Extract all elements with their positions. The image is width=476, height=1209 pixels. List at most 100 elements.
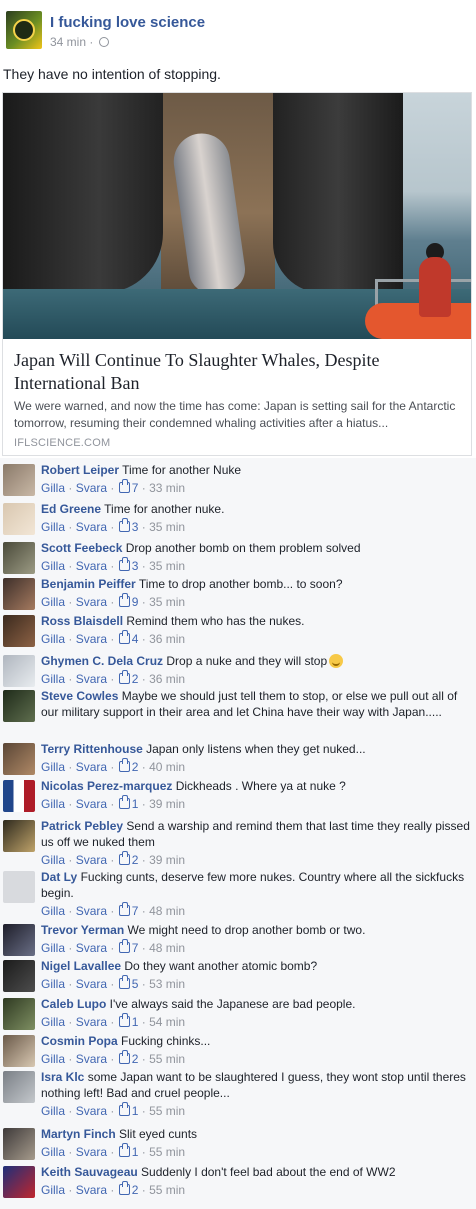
avatar[interactable] (3, 578, 35, 610)
comment-author-link[interactable]: Steve Cowles (41, 689, 118, 703)
thumbs-up-icon[interactable] (118, 1143, 130, 1157)
comment-time[interactable]: 55 min (149, 1052, 185, 1066)
avatar[interactable] (3, 1166, 35, 1198)
page-avatar[interactable] (6, 11, 42, 49)
comment-author-link[interactable]: Dat Ly (41, 870, 77, 884)
like-button[interactable]: Gilla (41, 797, 65, 811)
like-button[interactable]: Gilla (41, 1015, 65, 1029)
like-button[interactable]: Gilla (41, 1183, 65, 1197)
comment-author-link[interactable]: Keith Sauvageau (41, 1165, 138, 1179)
comment-time[interactable]: 35 min (149, 595, 185, 609)
thumbs-up-icon[interactable] (118, 479, 130, 493)
like-button[interactable]: Gilla (41, 632, 65, 646)
thumbs-up-icon[interactable] (118, 593, 130, 607)
comment-author-link[interactable]: Scott Feebeck (41, 541, 122, 555)
thumbs-up-icon[interactable] (118, 758, 130, 772)
comment-author-link[interactable]: Cosmin Popa (41, 1034, 118, 1048)
reply-button[interactable]: Svara (76, 797, 107, 811)
reply-button[interactable]: Svara (76, 941, 107, 955)
reply-button[interactable]: Svara (76, 672, 107, 686)
comment-time[interactable]: 53 min (149, 977, 185, 991)
post-time[interactable]: 34 min (50, 35, 86, 49)
like-button[interactable]: Gilla (41, 672, 65, 686)
thumbs-up-icon[interactable] (118, 1181, 130, 1195)
avatar[interactable] (3, 780, 35, 812)
comment-time[interactable]: 39 min (149, 797, 185, 811)
comment-author-link[interactable]: Isra Klc (41, 1070, 84, 1084)
like-button[interactable]: Gilla (41, 853, 65, 867)
avatar[interactable] (3, 871, 35, 903)
avatar[interactable] (3, 690, 35, 722)
thumbs-up-icon[interactable] (118, 557, 130, 571)
comment-author-link[interactable]: Caleb Lupo (41, 997, 106, 1011)
comment-author-link[interactable]: Ghymen C. Dela Cruz (41, 654, 163, 668)
reply-button[interactable]: Svara (76, 1145, 107, 1159)
reply-button[interactable]: Svara (76, 1015, 107, 1029)
comment-time[interactable]: 55 min (149, 1183, 185, 1197)
like-button[interactable]: Gilla (41, 977, 65, 991)
like-button[interactable]: Gilla (41, 595, 65, 609)
like-button[interactable]: Gilla (41, 1104, 65, 1118)
like-button[interactable]: Gilla (41, 904, 65, 918)
thumbs-up-icon[interactable] (118, 795, 130, 809)
comment-time[interactable]: 48 min (149, 904, 185, 918)
comment-time[interactable]: 36 min (149, 632, 185, 646)
thumbs-up-icon[interactable] (118, 902, 130, 916)
thumbs-up-icon[interactable] (118, 851, 130, 865)
avatar[interactable] (3, 464, 35, 496)
thumbs-up-icon[interactable] (118, 1013, 130, 1027)
thumbs-up-icon[interactable] (118, 670, 130, 684)
comment-author-link[interactable]: Benjamin Peiffer (41, 577, 136, 591)
reply-button[interactable]: Svara (76, 520, 107, 534)
avatar[interactable] (3, 503, 35, 535)
avatar[interactable] (3, 743, 35, 775)
thumbs-up-icon[interactable] (118, 518, 130, 532)
comment-author-link[interactable]: Robert Leiper (41, 463, 119, 477)
avatar[interactable] (3, 998, 35, 1030)
reply-button[interactable]: Svara (76, 595, 107, 609)
comment-author-link[interactable]: Trevor Yerman (41, 923, 124, 937)
reply-button[interactable]: Svara (76, 904, 107, 918)
thumbs-up-icon[interactable] (118, 975, 130, 989)
comment-author-link[interactable]: Nicolas Perez-marquez (41, 779, 172, 793)
comment-time[interactable]: 36 min (149, 672, 185, 686)
comment-time[interactable]: 55 min (149, 1145, 185, 1159)
like-button[interactable]: Gilla (41, 520, 65, 534)
reply-button[interactable]: Svara (76, 559, 107, 573)
comment-time[interactable]: 39 min (149, 853, 185, 867)
like-button[interactable]: Gilla (41, 1145, 65, 1159)
avatar[interactable] (3, 542, 35, 574)
avatar[interactable] (3, 615, 35, 647)
reply-button[interactable]: Svara (76, 760, 107, 774)
avatar[interactable] (3, 924, 35, 956)
thumbs-up-icon[interactable] (118, 1102, 130, 1116)
like-button[interactable]: Gilla (41, 941, 65, 955)
page-name-link[interactable]: I fucking love science (50, 14, 205, 31)
reply-button[interactable]: Svara (76, 632, 107, 646)
reply-button[interactable]: Svara (76, 853, 107, 867)
comment-author-link[interactable]: Nigel Lavallee (41, 959, 121, 973)
like-button[interactable]: Gilla (41, 1052, 65, 1066)
like-button[interactable]: Gilla (41, 559, 65, 573)
comment-time[interactable]: 55 min (149, 1104, 185, 1118)
comment-time[interactable]: 35 min (149, 559, 185, 573)
link-image[interactable] (3, 93, 471, 339)
comment-time[interactable]: 40 min (149, 760, 185, 774)
avatar[interactable] (3, 960, 35, 992)
avatar[interactable] (3, 1128, 35, 1160)
comment-author-link[interactable]: Ed Greene (41, 502, 101, 516)
comment-time[interactable]: 33 min (149, 481, 185, 495)
link-preview-card[interactable]: Japan Will Continue To Slaughter Whales,… (2, 92, 472, 456)
link-title[interactable]: Japan Will Continue To Slaughter Whales,… (14, 349, 462, 395)
comment-time[interactable]: 54 min (149, 1015, 185, 1029)
reply-button[interactable]: Svara (76, 481, 107, 495)
thumbs-up-icon[interactable] (118, 630, 130, 644)
thumbs-up-icon[interactable] (118, 939, 130, 953)
reply-button[interactable]: Svara (76, 1104, 107, 1118)
thumbs-up-icon[interactable] (118, 1050, 130, 1064)
reply-button[interactable]: Svara (76, 1183, 107, 1197)
reply-button[interactable]: Svara (76, 977, 107, 991)
comment-author-link[interactable]: Patrick Pebley (41, 819, 123, 833)
avatar[interactable] (3, 1071, 35, 1103)
avatar[interactable] (3, 1035, 35, 1067)
